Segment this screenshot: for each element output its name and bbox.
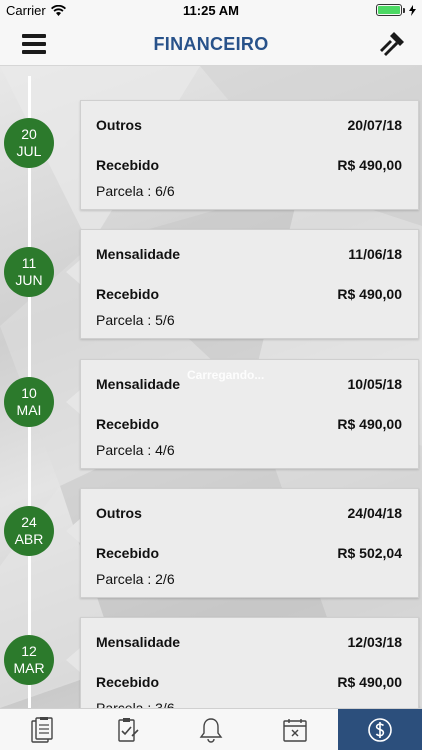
date-badge-month: MAR xyxy=(13,660,45,676)
card-pointer xyxy=(66,131,80,155)
card-pointer xyxy=(66,648,80,672)
date-badge: 11 JUN xyxy=(4,247,54,297)
payment-installment: Parcela : 4/6 xyxy=(96,442,175,458)
payment-installment: Parcela : 3/6 xyxy=(96,700,175,708)
date-badge-day: 12 xyxy=(21,643,37,659)
payment-amount: R$ 490,00 xyxy=(337,416,402,432)
payment-status: Recebido xyxy=(96,416,160,432)
date-badge: 12 MAR xyxy=(4,635,54,685)
timeline-entry[interactable]: 11 JUN Mensalidade 11/06/18 Recebido R$ … xyxy=(0,229,422,341)
payment-status: Recebido xyxy=(96,157,160,173)
tab-calendar[interactable] xyxy=(253,709,337,750)
date-badge-day: 10 xyxy=(21,385,37,401)
date-badge: 10 MAI xyxy=(4,377,54,427)
tab-financial[interactable] xyxy=(337,709,422,750)
checklist-icon xyxy=(117,717,139,742)
payment-installment: Parcela : 5/6 xyxy=(96,312,175,328)
tab-bar xyxy=(0,708,422,750)
battery-icon xyxy=(376,4,405,16)
finance-timeline[interactable]: 20 JUL Outros 20/07/18 Recebido R$ 490,0… xyxy=(0,66,422,708)
date-badge-month: MAI xyxy=(16,402,42,418)
payment-card[interactable]: Outros 20/07/18 Recebido R$ 490,00 Parce… xyxy=(80,100,419,210)
status-time: 11:25 AM xyxy=(183,3,239,18)
timeline-entry[interactable]: 20 JUL Outros 20/07/18 Recebido R$ 490,0… xyxy=(0,100,422,212)
card-pointer xyxy=(66,519,80,543)
date-badge-day: 11 xyxy=(21,255,37,271)
nav-bar: FINANCEIRO xyxy=(0,22,422,66)
date-badge: 20 JUL xyxy=(4,118,54,168)
payment-amount: R$ 490,00 xyxy=(337,157,402,173)
payment-card[interactable]: Outros 24/04/18 Recebido R$ 502,04 Parce… xyxy=(80,488,419,598)
payment-installment: Parcela : 2/6 xyxy=(96,571,175,587)
payment-status: Recebido xyxy=(96,674,160,690)
payment-type: Outros xyxy=(96,117,142,133)
payment-amount: R$ 490,00 xyxy=(337,674,402,690)
status-bar: Carrier 11:25 AM xyxy=(0,0,422,22)
date-badge-month: JUN xyxy=(15,272,43,288)
payment-installment: Parcela : 6/6 xyxy=(96,183,175,199)
payment-date: 12/03/18 xyxy=(347,634,403,650)
clipboard-icon xyxy=(31,716,53,743)
brand-logo-icon[interactable] xyxy=(378,32,404,56)
date-badge-month: ABR xyxy=(14,531,44,547)
payment-card[interactable]: Mensalidade 12/03/18 Recebido R$ 490,00 … xyxy=(80,617,419,708)
payment-type: Mensalidade xyxy=(96,246,181,262)
bell-icon xyxy=(199,717,223,743)
date-badge-month: JUL xyxy=(16,143,42,159)
timeline-entry[interactable]: 24 ABR Outros 24/04/18 Recebido R$ 502,0… xyxy=(0,488,422,600)
timeline-entry[interactable]: 12 MAR Mensalidade 12/03/18 Recebido R$ … xyxy=(0,617,422,708)
tab-documents[interactable] xyxy=(0,709,84,750)
date-badge: 24 ABR xyxy=(4,506,54,556)
loading-indicator: Carregando... xyxy=(187,368,265,382)
payment-type: Mensalidade xyxy=(96,634,181,650)
card-pointer xyxy=(66,390,80,414)
status-right xyxy=(376,4,416,16)
dollar-icon xyxy=(368,717,392,742)
payment-card[interactable]: Mensalidade 11/06/18 Recebido R$ 490,00 … xyxy=(80,229,419,339)
date-badge-day: 20 xyxy=(21,126,37,142)
payment-status: Recebido xyxy=(96,545,160,561)
payment-date: 20/07/18 xyxy=(347,117,403,133)
tab-notifications[interactable] xyxy=(169,709,253,750)
payment-date: 10/05/18 xyxy=(347,376,403,392)
tab-tasks[interactable] xyxy=(84,709,168,750)
payment-amount: R$ 490,00 xyxy=(337,286,402,302)
payment-type: Mensalidade xyxy=(96,376,181,392)
payment-amount: R$ 502,04 xyxy=(337,545,402,561)
charging-icon xyxy=(409,4,416,16)
payment-status: Recebido xyxy=(96,286,160,302)
date-badge-day: 24 xyxy=(21,514,37,530)
payment-type: Outros xyxy=(96,505,142,521)
card-pointer xyxy=(66,260,80,284)
page-title: FINANCEIRO xyxy=(153,34,269,54)
calendar-icon xyxy=(283,718,308,742)
payment-date: 24/04/18 xyxy=(347,505,403,521)
payment-date: 11/06/18 xyxy=(348,246,402,262)
